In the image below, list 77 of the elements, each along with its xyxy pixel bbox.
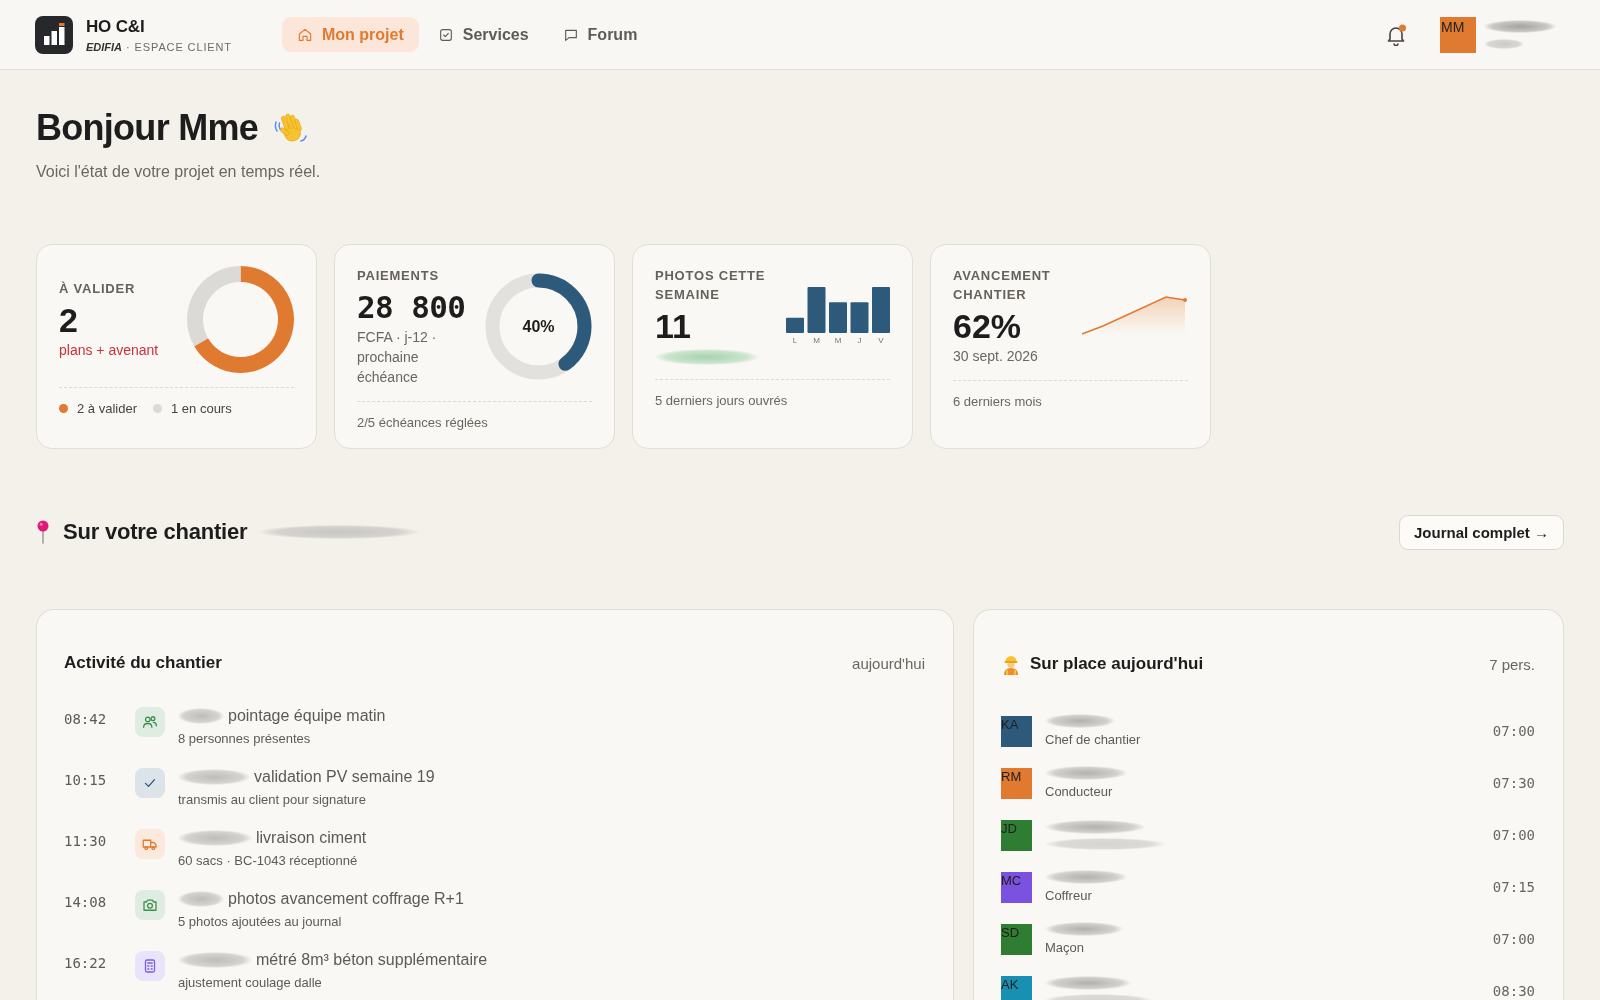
activity-time: 08:42 [64,710,108,729]
stat-note: FCFA · j-12 · prochaine échéance [357,328,438,387]
blurred-text [178,891,224,907]
avatar: KA [1001,715,1032,747]
person-role: Coffreur [1045,888,1092,904]
activity-detail: transmis au client pour signature [178,791,367,809]
nav-tab[interactable]: Forum [547,17,653,52]
arrival-time: 07:15 [1492,879,1535,895]
stat-label: PHOTOS CETTE SEMAINE [655,267,767,304]
arrival-time: 08:30 [1492,983,1535,999]
stat-value: 28 800 [357,288,466,326]
activity-detail: 5 photos ajoutées au journal [178,913,343,931]
stat-footer: 2/5 échéances réglées [357,415,488,430]
blurred-text [1484,39,1524,49]
person-role: Maçon [1045,940,1085,956]
logo-icon [35,15,73,54]
panel-title: Activité du chantier [64,653,222,673]
panel-meta: 7 pers. [1489,655,1535,673]
avatar: JD [1001,819,1032,851]
activity-title: métré 8m³ béton supplémentaire [256,950,488,970]
greeting-subtitle: Voici l'état de votre projet en temps réel. [36,162,321,182]
stat-note: plans + avenant [59,341,159,360]
stat-value: 11 [655,307,691,345]
blurred-text [178,708,224,724]
day-label: M [833,335,843,345]
day-label: L [791,335,799,345]
activity-title: validation PV semaine 19 [254,767,435,787]
brand-name: HO C&I [86,16,146,37]
day-label: M [812,335,821,345]
company-name: EDIFIA [86,40,123,53]
person-role: Conducteur [1045,784,1113,800]
activity-detail: ajustement coulage dalle [178,974,323,992]
avatar: MC [1001,871,1032,903]
avatar: RM [1001,767,1032,799]
nav-tab[interactable]: Services [422,17,544,52]
bell-icon[interactable] [1385,23,1407,46]
day-label: V [877,335,885,345]
stat-value: 2 [59,301,78,339]
arrival-time: 07:00 [1492,723,1535,739]
journal-button[interactable]: Journal complet → [1398,514,1564,550]
panel-title: Sur place aujourd'hui [1030,654,1204,674]
legend-label: 2 à valider [77,401,137,416]
stat-note: 30 sept. 2026 [953,347,1038,366]
day-label: J [856,335,863,345]
pin-icon [36,520,50,544]
arrival-time: 07:00 [1492,827,1535,843]
activity-detail: 60 sacs · BC-1043 réceptionné [178,852,359,870]
arrival-time: 07:00 [1492,931,1535,947]
greeting-title: Bonjour Mme [36,106,259,150]
section-title: Sur votre chantier [63,519,248,545]
avatar: SD [1001,923,1032,955]
stat-label: À VALIDER [59,280,136,298]
avatar: AK [1001,975,1032,1000]
arrival-time: 07:30 [1492,775,1535,791]
donut-slice [187,266,241,347]
activity-title: livraison ciment [256,828,367,848]
activity-title: photos avancement coffrage R+1 [228,889,464,909]
activity-time: 16:22 [64,954,108,973]
checkbox-icon [437,26,454,43]
progress-reading: 40% [521,317,556,337]
stat-footer: 5 derniers jours ouvrés [655,393,788,408]
legend-label: 1 en cours [171,401,232,416]
stat-label: AVANCEMENT CHANTIER [953,267,1052,304]
activity-detail: 8 personnes présentes [178,730,312,748]
panel-meta: aujourd'hui [852,654,925,672]
worker-icon [1001,653,1021,675]
activity-time: 14:08 [64,893,108,912]
brand-tagline: · ESPACE CLIENT [126,40,232,53]
stat-footer: 6 derniers mois [953,394,1042,409]
activity-time: 11:30 [64,832,108,851]
activity-time: 10:15 [64,771,108,790]
activity-title: pointage équipe matin [228,706,386,726]
user-avatar[interactable]: MM [1440,16,1476,53]
stat-value: 62% [953,307,1022,345]
stat-label: PAIEMENTS [357,267,439,285]
home-icon [296,26,313,43]
person-role: Chef de chantier [1045,732,1141,748]
